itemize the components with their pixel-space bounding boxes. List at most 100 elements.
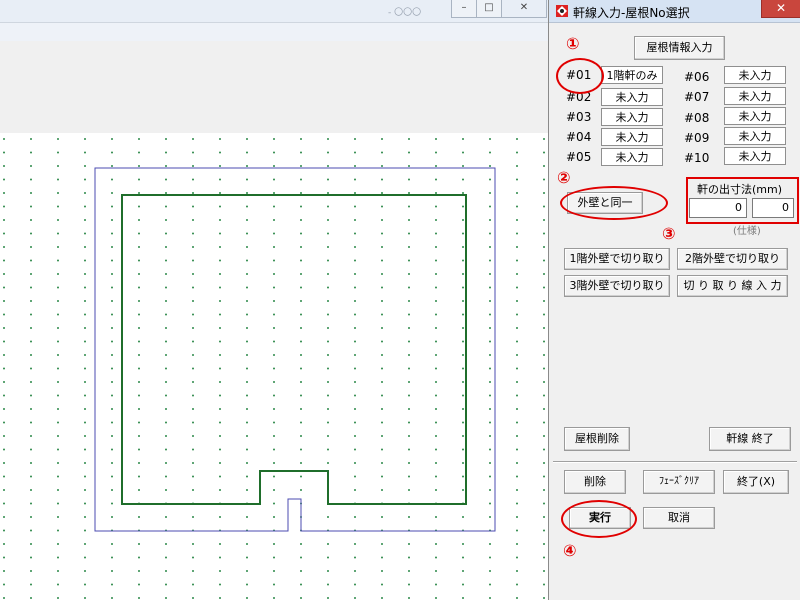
grid-dot bbox=[543, 516, 545, 518]
grid-dot bbox=[165, 448, 167, 451]
roof-slot-value[interactable]: 未入力 bbox=[601, 148, 663, 166]
grid-dot bbox=[408, 286, 410, 289]
grid-dot bbox=[219, 597, 221, 599]
grid-dot bbox=[111, 583, 113, 586]
roof-slot-id[interactable]: #08 bbox=[684, 111, 714, 125]
grid-dot bbox=[3, 421, 5, 424]
grid-dot bbox=[84, 462, 86, 464]
grid-dot bbox=[192, 354, 194, 356]
grid-dot bbox=[3, 448, 5, 451]
grid-dot bbox=[30, 543, 32, 545]
roof-slot-id[interactable]: #09 bbox=[684, 131, 714, 145]
grid-dot bbox=[489, 462, 491, 464]
cut-by-1f-wall-button[interactable]: 1階外壁で切り取り bbox=[564, 248, 670, 270]
delete-button[interactable]: 削除 bbox=[564, 470, 626, 494]
grid-dot bbox=[327, 138, 329, 140]
grid-dot bbox=[273, 570, 275, 572]
roof-slot-value[interactable]: 未入力 bbox=[601, 128, 663, 146]
phase-clear-button[interactable]: ﾌｪｰｽﾞｸﾘｱ bbox=[643, 470, 715, 494]
exit-button[interactable]: 終了(X) bbox=[723, 470, 789, 494]
grid-dot bbox=[462, 300, 464, 302]
annotation-3: ③ bbox=[662, 224, 676, 243]
roof-slot-value[interactable]: 未入力 bbox=[724, 107, 786, 125]
grid-dot bbox=[84, 259, 86, 262]
grid-dot bbox=[462, 597, 464, 599]
grid-dot bbox=[165, 313, 167, 316]
roof-slot-id[interactable]: #04 bbox=[566, 130, 596, 144]
grid-dot bbox=[138, 138, 140, 140]
grid-dot bbox=[408, 489, 410, 491]
roof-info-button[interactable]: 屋根情報入力 bbox=[634, 36, 725, 60]
grid-dot bbox=[138, 394, 140, 397]
roof-slot-id[interactable]: #05 bbox=[566, 150, 596, 164]
roof-slot-id[interactable]: #10 bbox=[684, 151, 714, 165]
roof-slot-value[interactable]: 未入力 bbox=[724, 147, 786, 165]
grid-dot bbox=[30, 421, 32, 424]
grid-dot bbox=[462, 151, 464, 154]
roof-delete-button[interactable]: 屋根削除 bbox=[564, 427, 630, 451]
grid-dot bbox=[462, 381, 464, 383]
grid-dot bbox=[381, 205, 383, 208]
grid-dot bbox=[57, 165, 59, 167]
grid-dot bbox=[111, 232, 113, 235]
grid-dot bbox=[489, 489, 491, 491]
roof-slot-value[interactable]: 未入力 bbox=[724, 66, 786, 84]
grid-dot bbox=[381, 597, 383, 599]
background-close-button[interactable]: ✕ bbox=[501, 0, 547, 18]
grid-dot bbox=[57, 246, 59, 248]
grid-dot bbox=[516, 570, 518, 572]
roof-slot-id[interactable]: #03 bbox=[566, 110, 596, 124]
drawing-canvas[interactable] bbox=[0, 133, 548, 600]
grid-dot bbox=[354, 354, 356, 356]
grid-dot bbox=[219, 448, 221, 451]
grid-dot bbox=[84, 300, 86, 302]
grid-dot bbox=[192, 475, 194, 478]
grid-dot bbox=[381, 489, 383, 491]
roof-slot-value[interactable]: 未入力 bbox=[601, 108, 663, 126]
roof-slot-value[interactable]: 未入力 bbox=[724, 127, 786, 145]
cut-line-input-button[interactable]: 切 り 取 り 線 入 力 bbox=[677, 275, 788, 297]
cut-by-3f-wall-button[interactable]: 3階外壁で切り取り bbox=[564, 275, 670, 297]
grid-dot bbox=[84, 192, 86, 194]
roof-slot-value[interactable]: 1階軒のみ bbox=[601, 66, 663, 84]
floor-plan-drawing[interactable] bbox=[0, 133, 548, 600]
grid-dot bbox=[111, 448, 113, 451]
grid-dot bbox=[354, 435, 356, 437]
roof-slot-value[interactable]: 未入力 bbox=[601, 88, 663, 106]
grid-dot bbox=[165, 219, 167, 221]
grid-dot bbox=[408, 421, 410, 424]
grid-dot bbox=[219, 394, 221, 397]
cut-by-2f-wall-button[interactable]: 2階外壁で切り取り bbox=[677, 248, 788, 270]
grid-dot bbox=[354, 448, 356, 451]
grid-dot bbox=[300, 570, 302, 572]
roof-slot-id[interactable]: #07 bbox=[684, 90, 714, 104]
grid-dot bbox=[57, 394, 59, 397]
minimize-button[interactable]: – bbox=[451, 0, 477, 18]
grid-dot bbox=[408, 583, 410, 586]
dialog-close-button[interactable]: ✕ bbox=[761, 0, 800, 18]
background-titlebar: - 〇〇〇 – □ ✕ bbox=[0, 0, 548, 22]
grid-dot bbox=[489, 475, 491, 478]
grid-dot bbox=[462, 327, 464, 329]
eave-line-end-button[interactable]: 軒線 終了 bbox=[709, 427, 791, 451]
cancel-button[interactable]: 取消 bbox=[643, 507, 715, 529]
roof-slot-value[interactable]: 未入力 bbox=[724, 87, 786, 105]
grid-dot bbox=[3, 178, 5, 181]
grid-dot bbox=[462, 313, 464, 316]
grid-dot bbox=[408, 340, 410, 343]
grid-dot bbox=[273, 138, 275, 140]
grid-dot bbox=[516, 583, 518, 586]
grid-dot bbox=[408, 151, 410, 154]
grid-dot bbox=[57, 556, 59, 559]
grid-dot bbox=[3, 543, 5, 545]
maximize-button[interactable]: □ bbox=[476, 0, 502, 18]
grid-dot bbox=[543, 259, 545, 262]
roof-slot-id[interactable]: #06 bbox=[684, 70, 714, 84]
grid-dot bbox=[327, 394, 329, 397]
grid-dot bbox=[543, 408, 545, 410]
grid-dot bbox=[516, 327, 518, 329]
grid-dot bbox=[3, 313, 5, 316]
grid-dot bbox=[543, 421, 545, 424]
grid-dot bbox=[489, 232, 491, 235]
grid-dot bbox=[381, 232, 383, 235]
